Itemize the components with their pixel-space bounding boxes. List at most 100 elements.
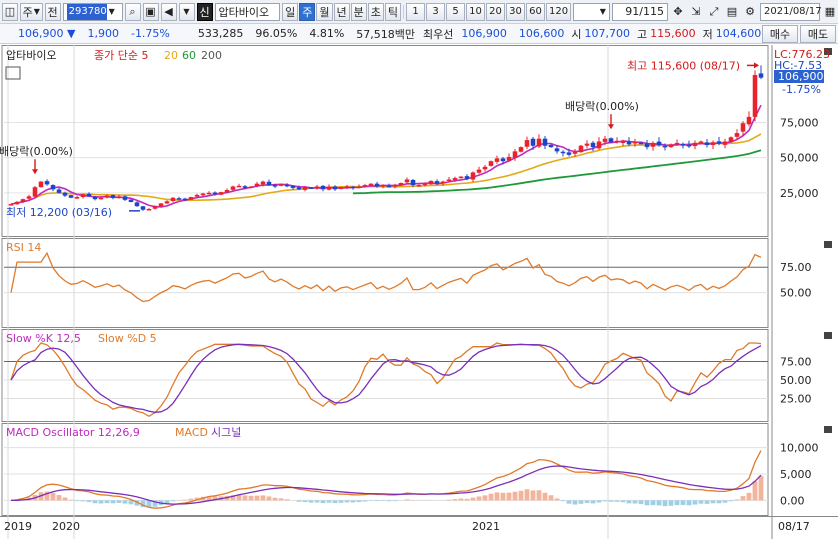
osc-bar-122 [740, 496, 746, 501]
lock-icon[interactable]: ▣ [142, 2, 159, 21]
dividend-annotation-1: 배당락(0.00%) [565, 100, 639, 113]
candle-body-22 [140, 206, 146, 210]
osc-bar-113 [686, 500, 692, 506]
divider [403, 4, 405, 19]
osc-bar-55 [338, 500, 344, 503]
market-select[interactable]: 주 ▼ [20, 2, 43, 21]
osc-bar-89 [542, 492, 548, 501]
tab-period-5[interactable]: 초 [367, 2, 384, 21]
chart-area[interactable]: 75,000 50,000 25,000 최고 115,600 (08/17) 최저 1… [0, 45, 838, 539]
candle-body-12 [80, 194, 86, 198]
candle-body-68 [416, 185, 422, 187]
osc-bar-58 [356, 500, 362, 503]
candle-body-71 [434, 181, 440, 184]
osc-bar-94 [572, 500, 578, 505]
osc-bar-12 [80, 500, 86, 502]
candle-body-77 [470, 172, 476, 180]
candle-body-64 [392, 185, 398, 187]
candle-body-94 [572, 151, 578, 154]
interval-3-button[interactable]: 3 [426, 2, 446, 21]
best-ask-value: 106,900 [461, 27, 507, 40]
candle-body-72 [440, 181, 446, 184]
candle-body-70 [428, 180, 434, 185]
candle-body-109 [662, 145, 668, 148]
interval-60-button[interactable]: 60 [526, 2, 546, 21]
window-menu-icon[interactable]: ◫ [2, 2, 18, 21]
interval-5-button[interactable]: 5 [446, 2, 466, 21]
osc-bar-73 [446, 499, 452, 501]
candle-body-93 [566, 152, 572, 155]
date-axis-label-1: 2020 [52, 520, 80, 533]
candle-body-53 [326, 186, 332, 190]
panel1-axis-label-1: 50.00 [780, 287, 812, 300]
osc-bar-116 [704, 500, 710, 504]
candle-body-81 [494, 158, 500, 162]
osc-bar-123 [746, 492, 752, 501]
candle-body-101 [614, 140, 620, 143]
calendar-icon[interactable]: ▦ [822, 3, 838, 21]
save-icon[interactable]: ▤ [724, 3, 740, 21]
buy-button[interactable]: 매수 [762, 25, 798, 43]
interval-120-button[interactable]: 120 [546, 2, 572, 21]
date-field[interactable]: 2021/08/17 [760, 2, 822, 21]
osc-bar-63 [386, 500, 392, 502]
candle-body-88 [536, 138, 542, 147]
osc-bar-79 [482, 495, 488, 501]
tab-period-6[interactable]: 틱 [384, 2, 402, 21]
osc-bar-17 [110, 500, 116, 504]
stock-code-value: 293780 [66, 3, 107, 20]
move-icon[interactable]: ✥ [670, 3, 686, 21]
compress-icon[interactable]: ⇲ [688, 3, 704, 21]
interval-input[interactable]: ▼ [573, 2, 610, 21]
osc-bar-106 [644, 500, 650, 506]
candle-body-20 [128, 199, 134, 202]
prefix-button[interactable]: 전 [44, 2, 61, 21]
candle-body-59 [362, 185, 368, 187]
osc-bar-11 [74, 500, 80, 502]
tab-period-4[interactable]: 분 [350, 2, 367, 21]
tab-period-0[interactable]: 일 [282, 2, 299, 21]
candle-body-6 [44, 181, 50, 185]
interval-20-button[interactable]: 20 [486, 2, 506, 21]
interval-10-button[interactable]: 10 [466, 2, 486, 21]
candle-body-105 [638, 142, 644, 145]
expand-icon[interactable]: ⤢ [706, 3, 722, 21]
period-tabs: 일주월년분초틱 [282, 2, 402, 21]
chevron-down-icon[interactable]: ▼ [178, 2, 195, 21]
current-price: 106,900 ▼ [0, 27, 81, 40]
osc-bar-98 [596, 500, 602, 503]
search-icon[interactable]: ⌕ [124, 2, 141, 21]
osc-bar-15 [98, 500, 104, 504]
interval-30-button[interactable]: 30 [506, 2, 526, 21]
candle-body-84 [512, 151, 518, 159]
tab-period-3[interactable]: 년 [333, 2, 350, 21]
tab-period-1[interactable]: 주 [299, 2, 316, 21]
interval-1-button[interactable]: 1 [406, 2, 426, 21]
osc-bar-80 [488, 493, 494, 501]
candle-body-108 [656, 141, 662, 146]
panel2-legend-1: Slow %D 5 [98, 332, 157, 345]
candle-body-74 [452, 178, 458, 180]
candle-body-95 [578, 145, 584, 153]
candle-body-67 [410, 179, 416, 186]
candle-body-110 [668, 144, 674, 148]
stock-code-input[interactable]: 293780 ▼ [62, 2, 123, 21]
osc-bar-54 [332, 500, 338, 504]
speaker-icon[interactable]: ◀ [160, 2, 177, 21]
osc-bar-27 [170, 500, 176, 502]
gear-icon[interactable]: ⚙ [742, 3, 758, 21]
page-field[interactable]: 91/115 [611, 2, 668, 21]
tab-period-2[interactable]: 월 [316, 2, 333, 21]
stock-name-value: 압타바이오 [218, 5, 270, 19]
candle-body-113 [686, 144, 692, 147]
stock-name-field[interactable]: 압타바이오 [214, 2, 281, 21]
osc-bar-52 [320, 500, 326, 504]
candle-body-45 [278, 184, 284, 186]
osc-bar-53 [326, 500, 332, 503]
sell-button[interactable]: 매도 [800, 25, 836, 43]
osc-bar-76 [464, 498, 470, 501]
candle-body-32 [200, 193, 206, 196]
osc-bar-16 [104, 500, 110, 504]
candle-body-125 [758, 73, 764, 78]
legend-item-1: 20 [164, 49, 178, 62]
